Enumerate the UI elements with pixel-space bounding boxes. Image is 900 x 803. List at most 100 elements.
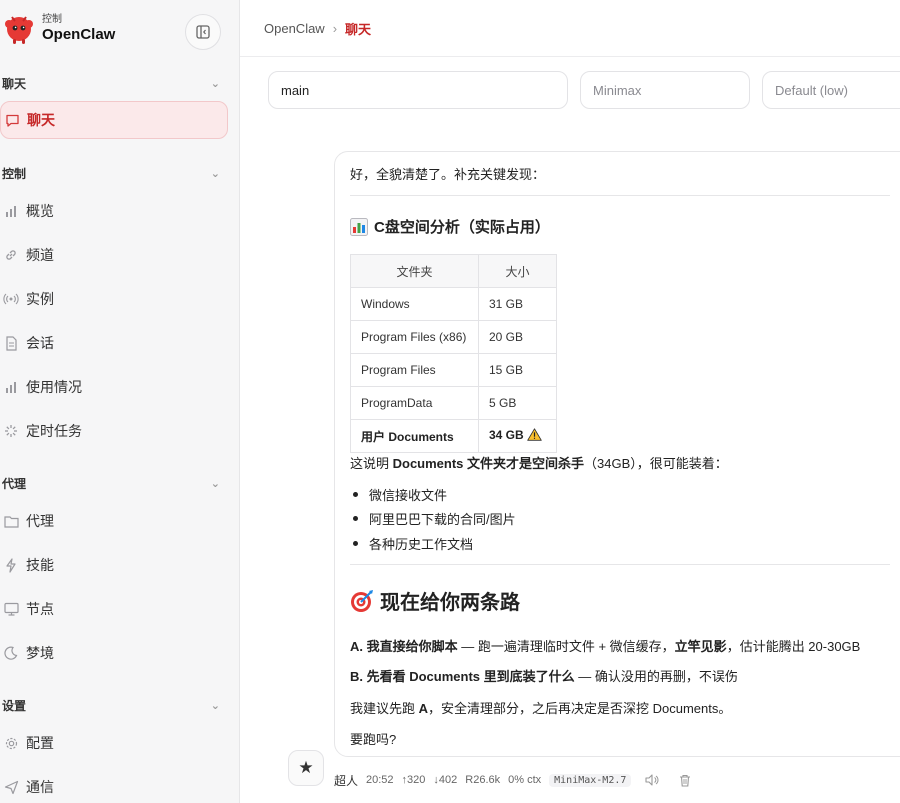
bullet-icon — [353, 516, 358, 522]
sidebar-item-scheduled-tasks[interactable]: 定时任务 — [0, 412, 228, 450]
table-row: Program Files 15 GB — [350, 353, 557, 387]
trash-icon[interactable] — [679, 774, 691, 787]
model-tag: MiniMax-M2.7 — [549, 773, 632, 787]
text-span: — 确认没用的再删，不误伤 — [574, 669, 738, 684]
sidebar-item-dreams[interactable]: 梦境 — [0, 634, 228, 672]
sidebar-item-label: 使用情况 — [26, 379, 82, 395]
sidebar-item-label: 节点 — [26, 601, 54, 617]
table-row: Program Files (x86) 20 GB — [350, 320, 557, 354]
table-cell: 15 GB — [478, 353, 557, 387]
group-title: 代理 — [2, 477, 27, 491]
table-header-row: 文件夹 大小 — [350, 254, 557, 288]
chat-bubble-icon — [3, 111, 21, 129]
list-item: 阿里巴巴下载的合同/图片 — [350, 507, 516, 532]
sidebar-item-communication[interactable]: 通信 — [0, 768, 228, 803]
sidebar-item-chat[interactable]: 聊天 — [0, 101, 228, 139]
group-control-header[interactable]: 控制 ⌄ — [2, 165, 220, 182]
bullet-list: 微信接收文件 阿里巴巴下载的合同/图片 各种历史工作文档 — [350, 482, 516, 556]
divider — [350, 564, 890, 565]
sidebar-item-label: 频道 — [26, 247, 54, 263]
bar-chart-icon — [2, 378, 20, 396]
brand-subtitle: 控制 — [42, 14, 62, 25]
bold-text: Documents 文件夹才是空间杀手 — [392, 456, 585, 471]
sidebar-item-config[interactable]: 配置 — [0, 724, 228, 762]
loading-spinner-icon — [2, 422, 20, 440]
bold-text: B. 先看看 Documents 里到底装了什么 — [350, 669, 575, 684]
session-select[interactable]: main — [268, 71, 568, 109]
sidebar-item-overview[interactable]: 概览 — [0, 192, 228, 230]
text-span: （34GB），很可能装着： — [584, 456, 728, 471]
group-title: 设置 — [2, 699, 27, 713]
document-icon — [2, 334, 20, 352]
suggestion-paragraph: 我建议先跑 A，安全清理部分，之后再决定是否深挖 Documents。 — [350, 698, 731, 717]
brand-name: OpenClaw — [42, 26, 116, 43]
list-item-text: 各种历史工作文档 — [369, 536, 474, 552]
group-agent-header[interactable]: 代理 ⌄ — [2, 475, 220, 492]
thinking-level-select[interactable]: Default (low) — [762, 71, 900, 109]
bold-text: A. 我直接给你脚本 — [350, 639, 458, 654]
group-title: 控制 — [2, 167, 27, 181]
sidebar-item-label: 聊天 — [27, 112, 55, 128]
folder-icon — [2, 512, 20, 530]
option-b-paragraph: B. 先看看 Documents 里到底装了什么 — 确认没用的再删，不误伤 — [350, 666, 738, 685]
text-span: 我建议先跑 — [350, 701, 419, 716]
sidebar-item-usage[interactable]: 使用情况 — [0, 368, 228, 406]
chevron-down-icon: ⌄ — [210, 78, 220, 90]
brand[interactable]: 控制 OpenClaw — [2, 12, 115, 46]
group-chat-header[interactable]: 聊天 ⌄ — [2, 75, 220, 92]
sidebar-item-label: 概览 — [26, 203, 54, 219]
bar-chart-icon — [2, 202, 20, 220]
table-header-cell: 文件夹 — [350, 254, 479, 288]
table-cell-value: 34 GB — [489, 428, 524, 443]
monitor-icon — [2, 600, 20, 618]
sidebar-item-instances[interactable]: 实例 — [0, 280, 228, 318]
sidebar-item-label: 技能 — [26, 557, 54, 573]
sidebar-item-label: 通信 — [26, 779, 54, 795]
bold-text: 立竿见影 — [674, 639, 727, 654]
group-title: 聊天 — [2, 77, 27, 91]
sender-name: 超人 — [334, 773, 359, 788]
disk-usage-table: 文件夹 大小 Windows 31 GB Program Files (x86)… — [350, 254, 557, 453]
sidebar-item-channels[interactable]: 频道 — [0, 236, 228, 274]
star-button[interactable]: ★ — [288, 750, 324, 786]
sidebar-item-label: 定时任务 — [26, 423, 82, 439]
target-dart-emoji-icon — [350, 589, 374, 613]
sidebar-item-agents[interactable]: 代理 — [0, 502, 228, 540]
breadcrumb-root-link[interactable]: OpenClaw — [264, 21, 325, 36]
option-a-paragraph: A. 我直接给你脚本 — 跑一遍清理临时文件 + 微信缓存，立竿见影，估计能腾出… — [350, 636, 860, 655]
openclaw-logo-icon — [2, 12, 36, 46]
sidebar-item-nodes[interactable]: 节点 — [0, 590, 228, 628]
table-row: ProgramData 5 GB — [350, 386, 557, 420]
sidebar-item-label: 配置 — [26, 735, 54, 751]
group-settings-header[interactable]: 设置 ⌄ — [2, 697, 220, 714]
breadcrumb: OpenClaw › 聊天 — [264, 19, 371, 38]
text-span: — 跑一遍清理临时文件 + 微信缓存， — [457, 639, 675, 654]
sidebar-item-label: 实例 — [26, 291, 54, 307]
bullet-icon — [353, 540, 358, 546]
bar-chart-emoji-icon — [350, 217, 368, 236]
message-meta: 超人 20:52 ↑320 ↓402 R26.6k 0% ctx MiniMax… — [334, 772, 705, 788]
assistant-message: 好，全貌清楚了。补充关键发现： C盘空间分析（实际占用） 文件夹 大小 Wind… — [334, 151, 900, 757]
table-cell: 31 GB — [478, 287, 557, 321]
collapse-sidebar-button[interactable] — [185, 14, 221, 50]
table-cell: Program Files — [350, 353, 479, 387]
divider — [350, 195, 890, 196]
text-span: ，安全清理部分，之后再决定是否深挖 Documents。 — [428, 701, 732, 716]
sidebar-toggle-icon — [196, 25, 210, 39]
message-intro: 好，全貌清楚了。补充关键发现： — [350, 167, 546, 182]
table-header-cell: 大小 — [478, 254, 557, 288]
context-usage: 0% ctx — [508, 774, 542, 786]
question-paragraph: 要跑吗? — [350, 732, 397, 747]
sidebar-item-sessions[interactable]: 会话 — [0, 324, 228, 362]
star-icon: ★ — [298, 758, 314, 777]
sidebar-item-skills[interactable]: 技能 — [0, 546, 228, 584]
table-row: 用户 Documents 34 GB — [350, 419, 557, 453]
send-icon — [2, 778, 20, 796]
table-cell-warning: 34 GB — [478, 419, 557, 453]
speaker-icon[interactable] — [645, 774, 659, 786]
list-item: 各种历史工作文档 — [350, 531, 516, 556]
model-select[interactable]: Minimax — [580, 71, 750, 109]
radio-waves-icon — [2, 290, 20, 308]
table-cell: Windows — [350, 287, 479, 321]
topbar: OpenClaw › 聊天 — [240, 0, 900, 57]
